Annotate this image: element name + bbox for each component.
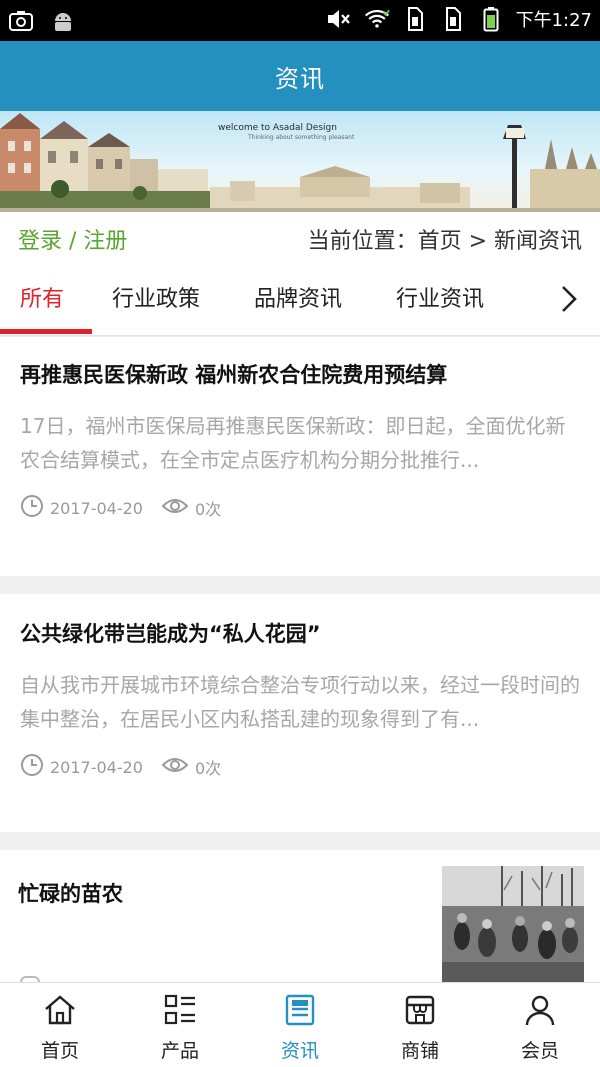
tabs-scroll-right-button[interactable] — [538, 266, 600, 335]
nav-news[interactable]: 资讯 — [240, 983, 360, 1067]
tab-all[interactable]: 所有 — [20, 266, 64, 335]
active-tab-indicator — [0, 329, 92, 334]
news-meta: 2017-04-20 0次 — [20, 495, 580, 521]
header-banner: welcome to Asadal Design Thinking about … — [0, 111, 600, 212]
android-icon — [50, 8, 76, 34]
banner-tagline-sub: Thinking about something pleasant — [248, 134, 355, 141]
grid-list-icon — [163, 993, 197, 1032]
news-item[interactable]: 忙碌的苗农 — [0, 850, 600, 982]
sim1-icon — [402, 6, 428, 32]
nav-member[interactable]: 会员 — [480, 983, 600, 1067]
news-item[interactable]: 再推惠民医保新政 福州新农合住院费用预结算 17日，福州市医保局再推惠民医保新政… — [0, 337, 600, 576]
breadcrumb: 当前位置：首页 > 新闻资讯 — [307, 229, 582, 254]
tab-brand-news[interactable]: 品牌资讯 — [254, 266, 342, 335]
home-icon — [43, 993, 77, 1032]
category-tabs: 所有 行业政策 品牌资讯 行业资讯 — [0, 266, 600, 336]
status-bar: 下午1:27 — [0, 0, 600, 41]
news-title[interactable]: 公共绿化带岂能成为“私人花园” — [20, 618, 580, 648]
screenshot-icon — [8, 8, 34, 34]
news-icon — [283, 993, 317, 1032]
login-register-link[interactable]: 登录 / 注册 — [18, 223, 127, 255]
wifi-icon — [364, 6, 390, 32]
news-title[interactable]: 再推惠民医保新政 福州新农合住院费用预结算 — [20, 359, 580, 389]
nav-home[interactable]: 首页 — [0, 983, 120, 1067]
nav-products[interactable]: 产品 — [120, 983, 240, 1067]
tab-industry-policy[interactable]: 行业政策 — [112, 266, 200, 335]
news-thumbnail[interactable] — [442, 866, 584, 982]
news-item[interactable]: 公共绿化带岂能成为“私人花园” 自从我市开展城市环境综合整治专项行动以来，经过一… — [0, 594, 600, 832]
banner-tagline: welcome to Asadal Design Thinking about … — [218, 123, 355, 141]
nav-store[interactable]: 商铺 — [360, 983, 480, 1067]
sim2-icon — [440, 6, 466, 32]
status-time: 下午1:27 — [515, 10, 592, 31]
chevron-right-icon — [559, 284, 579, 318]
store-icon — [403, 993, 437, 1032]
news-date: 2017-04-20 — [20, 753, 143, 781]
news-views: 0次 — [161, 755, 221, 779]
news-meta: 2017-04-20 0次 — [20, 754, 580, 780]
clock-icon — [20, 753, 44, 781]
user-icon — [523, 993, 557, 1032]
page-title: 资讯 — [275, 64, 325, 93]
news-date: 2017-04-20 — [20, 494, 143, 522]
app-header: 资讯 — [0, 41, 600, 111]
eye-icon — [161, 496, 189, 520]
mute-icon — [326, 6, 352, 32]
tab-industry-news[interactable]: 行业资讯 — [396, 266, 484, 335]
news-views: 0次 — [161, 496, 221, 520]
farmers-photo — [442, 866, 584, 982]
bottom-navigation: 首页 产品 资讯 商铺 会员 — [0, 982, 600, 1067]
news-summary: 17日，福州市医保局再推惠民医保新政：即日起，全面优化新农合结算模式，在全市定点… — [20, 414, 566, 472]
clock-icon — [20, 494, 44, 522]
news-summary: 自从我市开展城市环境综合整治专项行动以来，经过一段时间的集中整治，在居民小区内私… — [20, 673, 580, 731]
eye-icon — [161, 755, 189, 779]
breadcrumb-bar: 登录 / 注册 当前位置：首页 > 新闻资讯 — [0, 212, 600, 266]
battery-icon — [478, 6, 504, 32]
